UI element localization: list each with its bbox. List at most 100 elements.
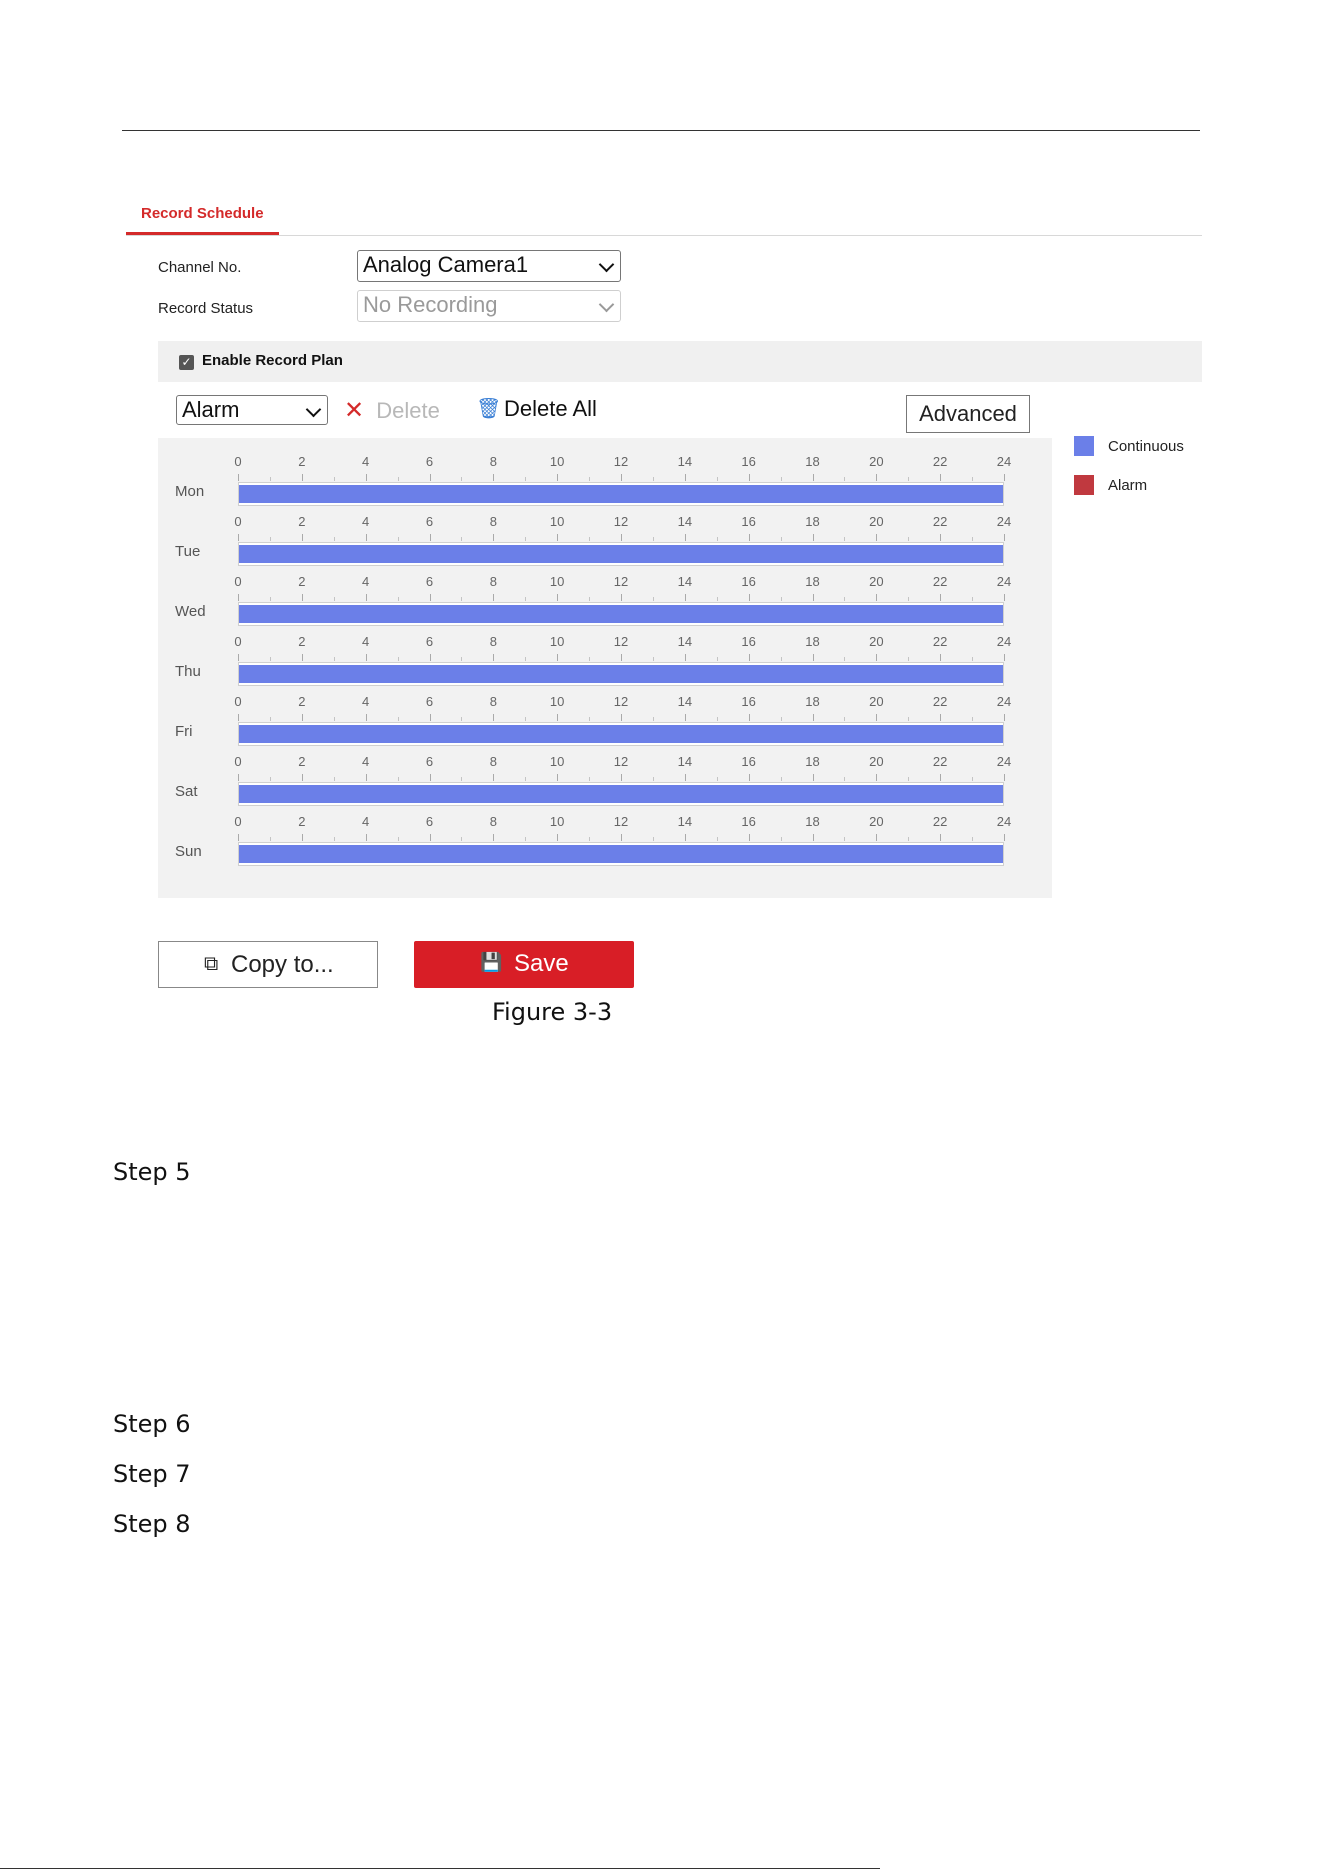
hour-tick-mark	[429, 834, 431, 841]
legend-swatch	[1074, 436, 1094, 456]
hour-tick-mark	[493, 534, 495, 541]
hour-tick-mark	[461, 477, 463, 481]
advanced-button[interactable]: Advanced	[906, 395, 1030, 433]
hour-tick-mark	[621, 474, 622, 481]
timeline-bar[interactable]	[238, 722, 1004, 746]
hour-tick-label: 20	[869, 514, 884, 529]
hour-tick-mark	[940, 534, 942, 541]
hour-tick-label: 24	[996, 514, 1012, 529]
hour-tick-mark	[397, 477, 399, 481]
step-label: Step 5	[113, 1158, 191, 1186]
hour-tick-mark	[589, 477, 591, 481]
hour-tick-label: 20	[869, 754, 884, 769]
schedule-segment[interactable]	[239, 845, 1003, 863]
hour-tick-mark	[908, 837, 910, 841]
delete-label: Delete	[376, 398, 440, 423]
hour-tick-mark	[652, 777, 654, 781]
schedule-segment[interactable]	[239, 785, 1003, 803]
schedule-segment[interactable]	[239, 725, 1003, 743]
hour-tick-mark	[812, 774, 814, 781]
hour-tick-mark	[812, 594, 814, 601]
hour-tick-mark	[557, 534, 559, 541]
hour-tick-mark	[365, 534, 367, 541]
hour-tick-label: 24	[996, 814, 1012, 829]
hour-tick-mark	[333, 777, 335, 781]
hour-tick-label: 14	[677, 694, 693, 709]
save-button[interactable]: 💾 Save	[414, 941, 634, 988]
timeline-bar[interactable]	[238, 662, 1004, 686]
hour-tick-mark	[1004, 714, 1005, 721]
enable-record-plan-checkbox[interactable]: ✓	[179, 355, 194, 370]
hour-tick-mark	[748, 834, 750, 841]
timeline-bar[interactable]	[238, 602, 1004, 626]
enable-record-plan-bar: ✓ Enable Record Plan	[158, 341, 1202, 382]
hour-tick-mark	[301, 474, 303, 481]
hour-tick-mark	[269, 477, 271, 481]
hour-tick-label: 0	[234, 634, 242, 649]
hour-tick-label: 4	[362, 634, 370, 649]
channel-select[interactable]: Analog Camera1	[357, 250, 621, 282]
timeline-bar[interactable]	[238, 782, 1004, 806]
delete-button[interactable]: ✕ Delete	[344, 396, 440, 425]
hour-tick-label: 12	[613, 754, 629, 769]
hour-tick-mark	[301, 774, 303, 781]
delete-all-button[interactable]: 🗑 Delete All	[476, 396, 597, 422]
hour-tick-mark	[365, 774, 367, 781]
hour-tick-label: 10	[549, 754, 565, 769]
hour-tick-label: 10	[549, 814, 565, 829]
schedule-segment[interactable]	[239, 485, 1003, 503]
hour-tick-label: 4	[362, 814, 370, 829]
schedule-segment[interactable]	[239, 545, 1003, 563]
hour-tick-label: 18	[805, 814, 820, 829]
hour-tick-mark	[238, 474, 239, 481]
hour-tick-label: 16	[741, 514, 756, 529]
schedule-segment[interactable]	[239, 605, 1003, 623]
hour-tick-label: 12	[613, 694, 629, 709]
copy-to-button[interactable]: ⧉ Copy to...	[158, 941, 378, 988]
hour-tick-mark	[652, 597, 654, 601]
hour-tick-mark	[493, 774, 495, 781]
hour-tick-label: 6	[425, 814, 434, 829]
day-label: Thu	[175, 663, 201, 680]
hour-tick-mark	[493, 834, 495, 841]
hour-tick-label: 8	[489, 694, 497, 709]
hour-tick-label: 12	[613, 514, 629, 529]
hour-tick-mark	[684, 714, 686, 721]
hour-tick-mark	[780, 537, 782, 541]
schedule-row-sat: Sat 0 2 4 6 8 10 12 14 16 18 20 22 24	[158, 754, 1052, 814]
hour-tick-label: 8	[489, 754, 497, 769]
hour-tick-label: 18	[805, 454, 820, 469]
hour-tick-label: 0	[234, 514, 242, 529]
hour-tick-label: 8	[489, 814, 497, 829]
hour-tick-label: 24	[996, 574, 1012, 589]
hour-tick-mark	[365, 714, 367, 721]
hour-tick-label: 16	[741, 814, 756, 829]
chevron-down-icon	[305, 401, 322, 418]
tab-record-schedule[interactable]: Record Schedule	[126, 196, 279, 235]
hour-tick-mark	[812, 654, 814, 661]
enable-record-plan-label: Enable Record Plan	[202, 352, 343, 369]
hour-tick-mark	[461, 717, 463, 721]
chevron-down-icon	[598, 296, 615, 313]
hour-tick-mark	[525, 597, 527, 601]
hour-tick-mark	[972, 837, 974, 841]
hour-tick-label: 10	[549, 634, 565, 649]
hour-tick-mark	[238, 834, 239, 841]
hour-tick-mark	[876, 774, 878, 781]
hour-tick-mark	[844, 537, 846, 541]
delete-all-label: Delete All	[504, 396, 597, 421]
timeline-bar[interactable]	[238, 842, 1004, 866]
hour-tick-mark	[557, 834, 559, 841]
hour-tick-mark	[1004, 594, 1005, 601]
record-type-select[interactable]: Alarm	[176, 395, 328, 425]
timeline-bar[interactable]	[238, 482, 1004, 506]
hour-tick-mark	[525, 777, 527, 781]
hour-tick-label: 0	[234, 574, 242, 589]
schedule-row-wed: Wed 0 2 4 6 8 10 12 14 16 18 20 22 24	[158, 574, 1052, 634]
hour-tick-mark	[365, 654, 367, 661]
hour-tick-mark	[397, 777, 399, 781]
copy-icon: ⧉	[204, 953, 219, 975]
timeline-bar[interactable]	[238, 542, 1004, 566]
schedule-segment[interactable]	[239, 665, 1003, 683]
hour-tick-mark	[333, 657, 335, 661]
